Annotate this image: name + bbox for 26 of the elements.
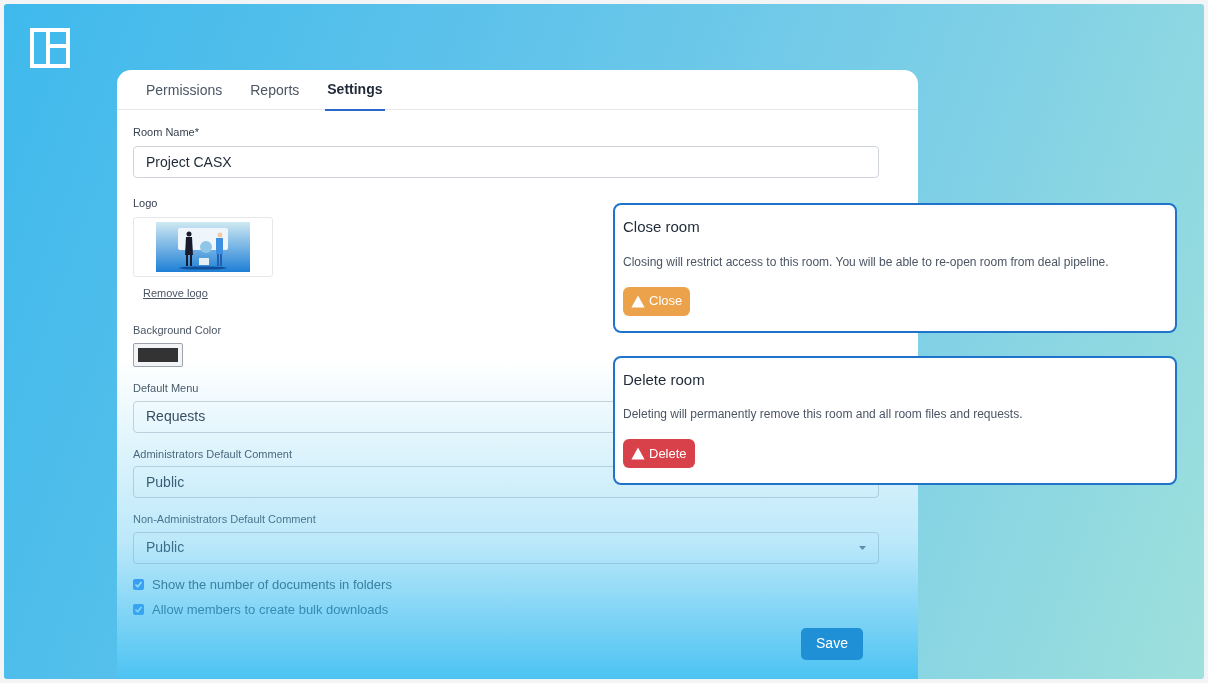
checkbox[interactable] [133, 578, 144, 590]
color-swatch[interactable] [133, 343, 183, 367]
room-name-field[interactable]: Project CASX [133, 145, 879, 178]
field-label: Room Name* [133, 125, 201, 140]
tab[interactable]: Settings [325, 70, 385, 111]
field-label: Administrators Default Comment [133, 446, 292, 462]
field-label: Default Menu [133, 381, 199, 396]
select-field[interactable]: Public [133, 531, 879, 564]
warning-icon [631, 294, 645, 308]
tab[interactable]: Permissions [144, 70, 225, 110]
field-label: Background Color [133, 322, 223, 338]
save-button[interactable]: Save [801, 627, 863, 660]
field-label: Non-Administrators Default Comment [133, 512, 316, 527]
tab[interactable]: Reports [248, 70, 302, 110]
card-title: Close room [623, 217, 701, 237]
card-title: Delete room [623, 369, 706, 390]
caret-icon [859, 545, 866, 550]
remove-logo-link[interactable]: Remove logo [143, 285, 208, 302]
field-label: Logo [133, 195, 159, 211]
checkbox-label: Allow members to create bulk downloads [152, 601, 389, 619]
warning-icon [631, 447, 645, 460]
card-description: Closing will restrict access to this room. You will be able to re-open room from deal pipeline. [623, 253, 1110, 271]
checkbox-label: Show the number of documents in folders [152, 575, 392, 594]
delete-button[interactable]: Delete [623, 439, 695, 468]
logo-icon [30, 28, 70, 68]
checkbox[interactable] [133, 604, 144, 616]
